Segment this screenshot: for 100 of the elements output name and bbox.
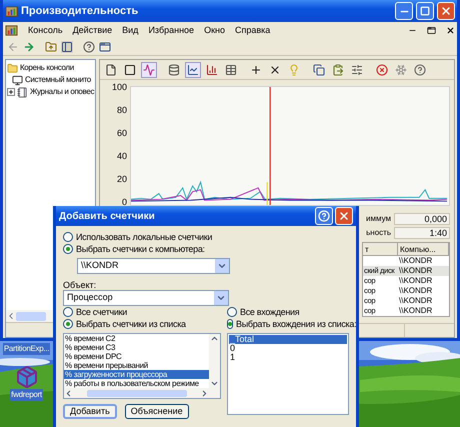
menu-item[interactable]: Вид: [122, 24, 138, 38]
axis-label: 100: [112, 83, 127, 92]
close-icon: [338, 210, 350, 222]
list-item[interactable]: _Total: [229, 335, 347, 344]
line-chart-icon: [187, 64, 199, 76]
monitor-icon: [12, 74, 23, 86]
axis-label: 60: [116, 129, 127, 138]
paste-icon: [332, 64, 344, 76]
stat-value: 0,000: [394, 213, 450, 225]
forward-arrow-icon[interactable]: [23, 41, 35, 53]
tree-item[interactable]: Системный монито: [25, 76, 91, 84]
axis-label: 0: [122, 198, 127, 207]
line-chart-button[interactable]: [185, 62, 201, 78]
dialog-title: Добавить счетчики: [59, 210, 156, 224]
table-cell: \\KONDR: [398, 286, 434, 296]
lightbulb-icon: [288, 64, 300, 76]
list-item[interactable]: % загруженности процессора: [64, 370, 209, 379]
help-button[interactable]: [412, 62, 428, 78]
column-header[interactable]: т: [363, 243, 398, 255]
activity-button[interactable]: [141, 62, 157, 78]
close-button[interactable]: [437, 2, 455, 20]
table-cell: \\KONDR: [398, 306, 434, 316]
list-item[interactable]: % времени C3: [64, 343, 209, 352]
maximize-button[interactable]: [416, 2, 434, 20]
radio-label: Выбрать счетчики из списка: [76, 320, 186, 328]
stop-button[interactable]: [374, 62, 390, 78]
table-cell: \\KONDR: [398, 296, 434, 306]
menu-item[interactable]: Окно: [204, 24, 225, 38]
table-cell: \\KONDR: [398, 266, 434, 276]
activity-icon: [143, 64, 155, 76]
mdi-restore-icon[interactable]: [427, 26, 436, 35]
expand-icon[interactable]: [8, 89, 14, 95]
column-header[interactable]: Компью...: [398, 243, 449, 255]
window-icon[interactable]: [99, 41, 111, 53]
object-dropdown[interactable]: Процессор: [63, 290, 229, 306]
desktop-icon-label[interactable]: fwdreport: [10, 389, 43, 401]
help-icon: [414, 64, 426, 76]
menu-item[interactable]: Консоль: [28, 24, 63, 38]
help-icon[interactable]: [83, 41, 95, 53]
list-item[interactable]: % времени C2: [64, 334, 209, 343]
delete-icon: [269, 64, 281, 76]
close-button[interactable]: [335, 207, 353, 225]
menu-item[interactable]: Справка: [235, 24, 270, 38]
snowflake-icon: [395, 64, 407, 76]
tree-item[interactable]: Корень консоли: [20, 64, 74, 72]
copy-button[interactable]: [311, 62, 327, 78]
radio-label: Все счетчики: [76, 308, 128, 316]
vertical-scrollbar[interactable]: [209, 334, 220, 388]
new-file-icon: [105, 64, 117, 76]
axis-label: 20: [116, 175, 127, 184]
explain-button[interactable]: Объяснение: [124, 404, 189, 419]
tree-item[interactable]: Журналы и оповес: [30, 88, 94, 96]
scroll-down-icon[interactable]: [210, 379, 219, 388]
plus-icon: [250, 64, 262, 76]
axis-label: 40: [116, 152, 127, 161]
folder-icon: [7, 62, 18, 74]
scroll-left-icon[interactable]: [64, 388, 73, 398]
radio-button[interactable]: [63, 232, 73, 242]
axis-label: 80: [116, 106, 127, 115]
square-icon: [124, 64, 136, 76]
close-icon: [440, 5, 452, 17]
stat-label: ьность: [366, 229, 391, 237]
app-icon: [5, 24, 18, 37]
database-button[interactable]: [166, 62, 182, 78]
scroll-up-icon[interactable]: [210, 334, 219, 343]
radio-label: Выбрать счетчики с компьютера:: [76, 244, 205, 254]
radio-button[interactable]: [63, 244, 73, 254]
field-label: Объект:: [63, 280, 98, 290]
menu-item[interactable]: Действие: [72, 24, 112, 38]
desktop-icon-label[interactable]: PartitionExp...: [2, 343, 50, 355]
list-item[interactable]: % времени прерываний: [64, 361, 209, 370]
panel-icon[interactable]: [61, 41, 73, 53]
copy-icon: [313, 64, 325, 76]
list-item[interactable]: 1: [229, 353, 347, 362]
radio-button[interactable]: [63, 307, 73, 317]
list-item[interactable]: 0: [229, 344, 347, 353]
help-icon: [318, 210, 330, 222]
menu-item[interactable]: Избранное: [148, 24, 194, 38]
radio-label: Все вхождения: [240, 308, 300, 316]
radio-label: Использовать локальные счетчики: [76, 232, 212, 242]
stop-icon: [376, 64, 388, 76]
scroll-right-icon[interactable]: [200, 388, 209, 398]
folder-up-icon[interactable]: [45, 41, 57, 53]
radio-button[interactable]: [227, 307, 237, 317]
horizontal-scrollbar[interactable]: [64, 388, 220, 398]
help-button[interactable]: [315, 207, 333, 225]
bar-chart-icon: [206, 64, 218, 76]
app-icon: [5, 4, 18, 18]
stat-label: иммум: [366, 215, 391, 223]
table-icon: [225, 64, 237, 76]
list-item[interactable]: % работы в пользовательском режиме: [64, 379, 209, 388]
radio-button[interactable]: [227, 319, 233, 329]
computer-dropdown[interactable]: \\KONDR: [77, 258, 230, 274]
minimize-button[interactable]: [395, 2, 413, 20]
add-button[interactable]: Добавить: [63, 404, 117, 419]
database-icon: [168, 64, 180, 76]
mdi-close-icon[interactable]: [446, 26, 455, 35]
list-item[interactable]: % времени DPC: [64, 352, 209, 361]
radio-button[interactable]: [63, 319, 73, 329]
maximize-icon: [420, 6, 430, 16]
